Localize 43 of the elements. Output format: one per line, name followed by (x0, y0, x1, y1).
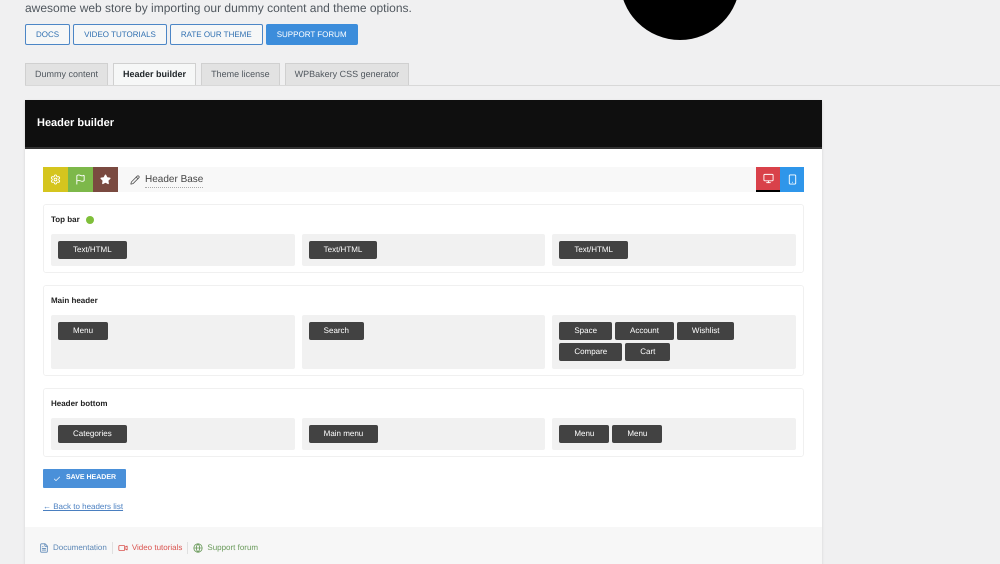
element-chip[interactable]: Text/HTML (308, 241, 378, 259)
element-chip[interactable]: Text/HTML (559, 241, 628, 259)
element-chip[interactable]: Wishlist (676, 322, 734, 340)
link-button[interactable]: RATE OUR THEME (170, 24, 263, 45)
tab[interactable]: Dummy content (25, 63, 108, 85)
settings-icon (50, 174, 61, 185)
element-chip[interactable]: Menu (612, 425, 662, 443)
panel-title: Header builder (37, 116, 114, 132)
element-chip[interactable]: Cart (625, 343, 670, 361)
element-chip[interactable]: Account (615, 322, 674, 340)
video-icon (118, 542, 128, 552)
row-title: Header bottom (51, 398, 108, 410)
row-title: Main header (51, 295, 98, 307)
document-icon (39, 542, 49, 552)
footer-link[interactable]: Documentation (39, 542, 107, 554)
element-chip[interactable]: Main menu (308, 425, 378, 443)
link-button[interactable]: VIDEO TUTORIALS (73, 24, 167, 45)
pencil-icon (130, 174, 140, 184)
element-chip[interactable]: Compare (559, 343, 622, 361)
settings-button[interactable] (43, 167, 68, 192)
tab[interactable]: Header builder (113, 63, 196, 85)
phone-icon (786, 174, 798, 185)
star-icon (100, 174, 111, 185)
element-chip[interactable]: Menu (58, 322, 108, 340)
header-name[interactable]: Header Base (145, 172, 204, 188)
element-chip[interactable]: Menu (559, 425, 610, 443)
element-chip[interactable]: Categories (58, 425, 127, 443)
desktop-view-button[interactable] (756, 167, 780, 192)
footer-link[interactable]: Video tutorials (118, 542, 182, 554)
check-icon (53, 474, 61, 482)
back-link[interactable]: ← Back to headers list (43, 501, 124, 513)
globe-icon (193, 542, 204, 552)
element-chip[interactable]: Text/HTML (58, 241, 127, 259)
monitor-icon (762, 173, 774, 184)
flag-icon (75, 174, 86, 185)
link-button[interactable]: DOCS (25, 24, 70, 45)
element-chip[interactable]: Search (308, 322, 364, 340)
tab[interactable]: WPBakery CSS generator (284, 63, 410, 85)
star-button[interactable] (93, 167, 118, 192)
row-title: Top bar (51, 214, 80, 226)
intro-text: awesome web store by importing our dummy content and theme options. (25, 0, 413, 16)
element-chip[interactable]: Space (559, 322, 612, 340)
tab[interactable]: Theme license (201, 63, 280, 85)
